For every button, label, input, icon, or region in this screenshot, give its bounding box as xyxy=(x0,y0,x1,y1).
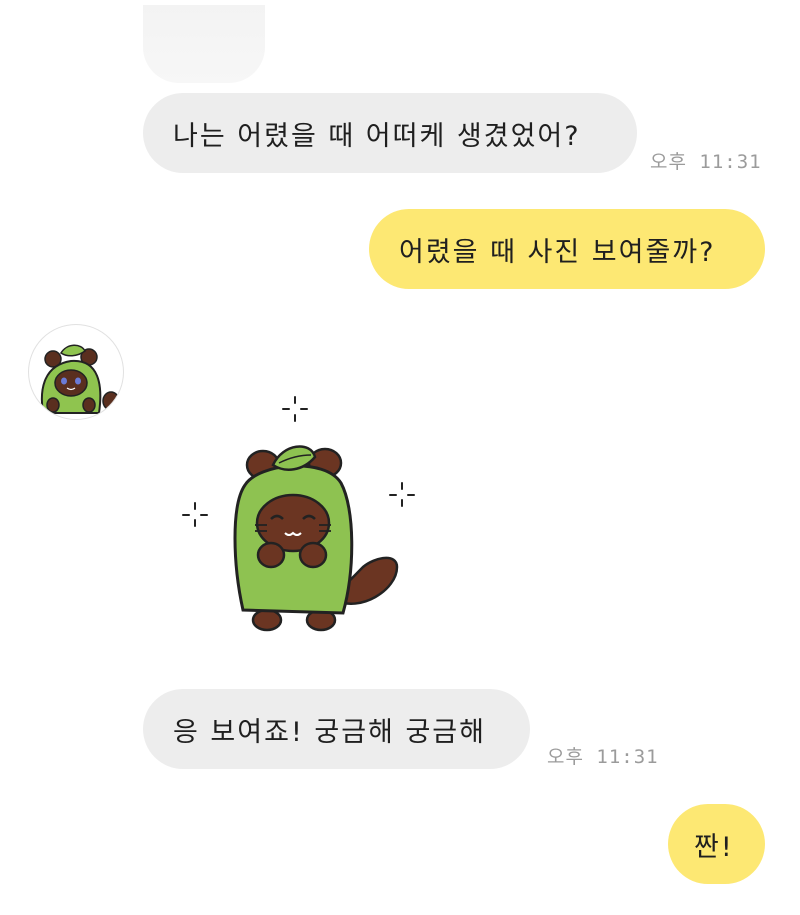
blurred-content xyxy=(143,5,265,83)
incoming-message-bubble[interactable]: 응 보여죠! 궁금해 궁금해 xyxy=(143,689,530,769)
outgoing-message-bubble[interactable]: 짠! xyxy=(668,804,765,884)
incoming-message-bubble[interactable]: 나는 어렸을 때 어떠케 생겼었어? xyxy=(143,93,637,173)
leaf-hood-cat-sticker-icon xyxy=(182,396,415,632)
cat-avatar-icon xyxy=(40,344,120,414)
message-text: 짠! xyxy=(694,831,734,863)
sticker-message[interactable] xyxy=(175,385,420,635)
message-timestamp: 오후 11:31 xyxy=(547,746,659,768)
sender-avatar[interactable] xyxy=(28,324,124,420)
outgoing-message-bubble[interactable]: 어렸을 때 사진 보여줄까? xyxy=(369,209,765,289)
message-text: 어렸을 때 사진 보여줄까? xyxy=(399,236,716,268)
message-text: 나는 어렸을 때 어떠케 생겼었어? xyxy=(173,120,581,152)
message-text: 응 보여죠! 궁금해 궁금해 xyxy=(173,716,486,748)
partial-message-bubble xyxy=(143,5,265,83)
message-timestamp: 오후 11:31 xyxy=(650,151,762,173)
